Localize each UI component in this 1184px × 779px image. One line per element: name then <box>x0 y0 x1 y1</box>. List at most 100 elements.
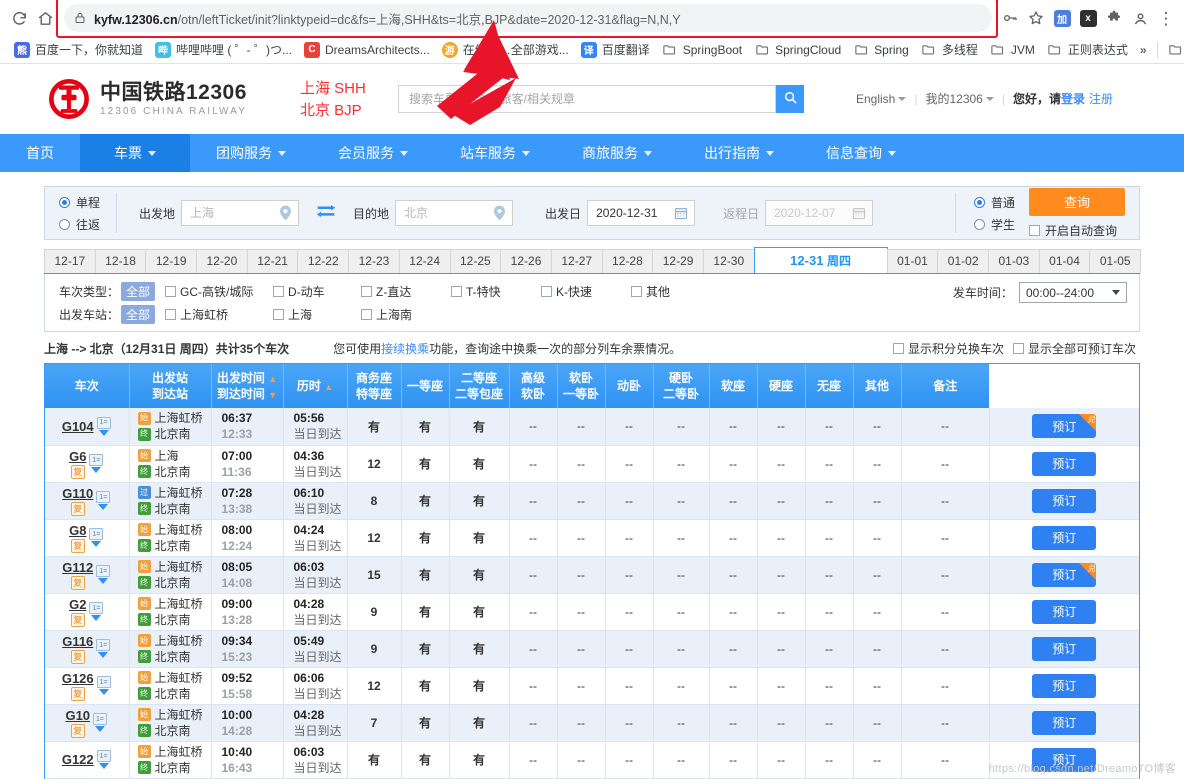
table-row[interactable]: G126复1=始上海虹桥终北京南09:5215:5806:06当日到达12有有-… <box>45 667 1139 704</box>
train-number-link[interactable]: G110 <box>62 486 93 501</box>
to-input-wrap[interactable] <box>395 200 513 226</box>
expand-chevron-icon[interactable] <box>99 430 109 436</box>
table-row[interactable]: G1041=始上海虹桥终北京南06:3712:3305:56当日到达有有有---… <box>45 408 1139 445</box>
date-tab[interactable]: 01-05 <box>1089 249 1141 273</box>
table-row[interactable]: G2复1=始上海虹桥终北京南09:0013:2804:28当日到达9有有----… <box>45 593 1139 630</box>
train-detail-icon[interactable]: 1= <box>96 491 110 503</box>
cell-train-no[interactable]: G116复1= <box>45 630 129 667</box>
table-row[interactable]: G110复1=过上海虹桥终北京南07:2813:3806:10当日到达8有有--… <box>45 482 1139 519</box>
book-button[interactable]: 兑预订 <box>1032 414 1096 438</box>
nav-item-station-service[interactable]: 站车服务 <box>434 134 556 172</box>
expand-chevron-icon[interactable] <box>91 615 101 621</box>
show-points-trains-toggle[interactable]: 显示积分兑换车次 <box>893 340 1004 357</box>
train-number-link[interactable]: G126 <box>62 671 94 686</box>
bookmark-folder[interactable]: JVM <box>984 39 1041 61</box>
cell-train-no[interactable]: G1221= <box>45 741 129 778</box>
book-button[interactable]: 预订 <box>1032 452 1096 476</box>
return-date-input-wrap[interactable] <box>765 200 873 226</box>
col-duration[interactable]: 历时 ▲ <box>283 364 347 408</box>
train-number-link[interactable]: G8 <box>69 523 86 538</box>
train-detail-icon[interactable]: 1= <box>89 602 103 614</box>
auto-query-toggle[interactable]: 开启自动查询 <box>1029 222 1117 239</box>
train-number-link[interactable]: G112 <box>62 560 93 575</box>
passenger-type-student[interactable]: 学生 <box>974 216 1015 233</box>
train-number-link[interactable]: G2 <box>69 597 86 612</box>
bookmark-star-icon[interactable] <box>1024 6 1048 30</box>
calendar-icon[interactable] <box>674 206 688 220</box>
train-number-link[interactable]: G116 <box>62 634 93 649</box>
filter-other[interactable]: 其他 <box>631 283 670 300</box>
train-number-link[interactable]: G10 <box>65 708 90 723</box>
expand-chevron-icon[interactable] <box>98 652 108 658</box>
nav-item-info-query[interactable]: 信息查询 <box>800 134 922 172</box>
key-icon[interactable] <box>998 6 1022 30</box>
date-tab[interactable]: 12-17 <box>44 249 96 273</box>
my12306-menu[interactable]: 我的12306 <box>917 90 1001 107</box>
filter-d[interactable]: D-动车 <box>273 283 357 300</box>
nav-item-tickets[interactable]: 车票 <box>80 134 190 172</box>
search-input[interactable] <box>407 91 767 107</box>
date-tab[interactable]: 01-04 <box>1039 249 1091 273</box>
filter-station-shanghai[interactable]: 上海 <box>273 306 357 323</box>
filter-k[interactable]: K-快速 <box>541 283 627 300</box>
extensions-puzzle-icon[interactable] <box>1102 6 1126 30</box>
nav-item-group-service[interactable]: 团购服务 <box>190 134 312 172</box>
bookmark-folder[interactable]: 正则表达式 <box>1041 38 1134 61</box>
bookmark-folder[interactable]: SpringBoot <box>656 39 748 61</box>
bookmark-item[interactable]: 熊 百度一下，你就知道 <box>8 38 149 61</box>
filter-gc[interactable]: GC-高铁/城际 <box>165 283 269 300</box>
depart-date-input-wrap[interactable] <box>587 200 695 226</box>
bookmark-folder[interactable]: Spring <box>847 39 915 61</box>
col-times[interactable]: 出发时间 ▲ 到达时间 ▼ <box>211 364 283 408</box>
trip-type-single[interactable]: 单程 <box>59 194 100 211</box>
train-number-link[interactable]: G122 <box>62 752 94 767</box>
date-tab[interactable]: 12-18 <box>95 249 147 273</box>
date-tab[interactable]: 12-24 <box>399 249 451 273</box>
swap-stations-button[interactable] <box>313 204 339 222</box>
table-row[interactable]: G8复1=始上海虹桥终北京南08:0012:2404:24当日到达12有有---… <box>45 519 1139 556</box>
expand-chevron-icon[interactable] <box>98 578 108 584</box>
from-input-wrap[interactable] <box>181 200 299 226</box>
from-input[interactable] <box>188 205 292 221</box>
expand-chevron-icon[interactable] <box>99 763 109 769</box>
query-button[interactable]: 查询 <box>1029 188 1125 216</box>
train-detail-icon[interactable]: 1= <box>96 639 110 651</box>
train-detail-icon[interactable]: 1= <box>97 676 111 688</box>
bookmark-item[interactable]: 译 百度翻译 <box>575 38 656 61</box>
bookmark-item[interactable]: C DreamsArchitects... <box>298 39 436 61</box>
table-row[interactable]: G1221=始上海虹桥终北京南10:4016:4306:03当日到达有有有---… <box>45 741 1139 778</box>
train-detail-icon[interactable]: 1= <box>93 713 107 725</box>
train-number-link[interactable]: G104 <box>62 419 94 434</box>
train-detail-icon[interactable]: 1= <box>97 417 111 429</box>
train-number-link[interactable]: G6 <box>69 449 86 464</box>
search-input-wrap[interactable] <box>398 85 776 113</box>
expand-chevron-icon[interactable] <box>98 504 108 510</box>
sort-asc-icon[interactable]: ▲ <box>324 382 333 392</box>
depart-station-all-button[interactable]: 全部 <box>121 305 155 324</box>
date-tab-active[interactable]: 12-31 周四 <box>754 247 888 273</box>
profile-icon[interactable] <box>1128 6 1152 30</box>
nav-item-business-travel[interactable]: 商旅服务 <box>556 134 678 172</box>
bookmark-item[interactable]: 哔 哔哩哔哩 ( ゜- ゜)つ... <box>149 38 298 61</box>
login-link[interactable]: 登录 <box>1061 90 1089 107</box>
nav-item-travel-guide[interactable]: 出行指南 <box>678 134 800 172</box>
expand-chevron-icon[interactable] <box>99 689 109 695</box>
sort-asc-icon[interactable]: ▲ <box>268 374 277 384</box>
table-row[interactable]: G116复1=始上海虹桥终北京南09:3415:2305:49当日到达9有有--… <box>45 630 1139 667</box>
train-detail-icon[interactable]: 1= <box>89 454 103 466</box>
extension-x-icon[interactable]: x <box>1076 6 1100 30</box>
date-tab[interactable]: 12-20 <box>196 249 248 273</box>
col-train-no[interactable]: 车次 <box>45 364 129 408</box>
book-button[interactable]: 预订 <box>1032 526 1096 550</box>
date-tab[interactable]: 12-26 <box>500 249 552 273</box>
passenger-type-normal[interactable]: 普通 <box>974 194 1015 211</box>
filter-station-hongqiao[interactable]: 上海虹桥 <box>165 306 269 323</box>
train-type-all-button[interactable]: 全部 <box>121 282 155 301</box>
table-row[interactable]: G10复1=始上海虹桥终北京南10:0014:2804:28当日到达7有有---… <box>45 704 1139 741</box>
date-tab[interactable]: 12-30 <box>703 249 755 273</box>
depart-time-select[interactable]: 00:00--24:00 <box>1019 282 1127 303</box>
nav-item-home[interactable]: 首页 <box>0 134 80 172</box>
date-tab[interactable]: 12-25 <box>450 249 502 273</box>
bookmark-item[interactable]: 游 在线直…全部游戏... <box>436 38 575 61</box>
table-row[interactable]: G112复1=始上海虹桥终北京南08:0514:0806:03当日到达15有有-… <box>45 556 1139 593</box>
